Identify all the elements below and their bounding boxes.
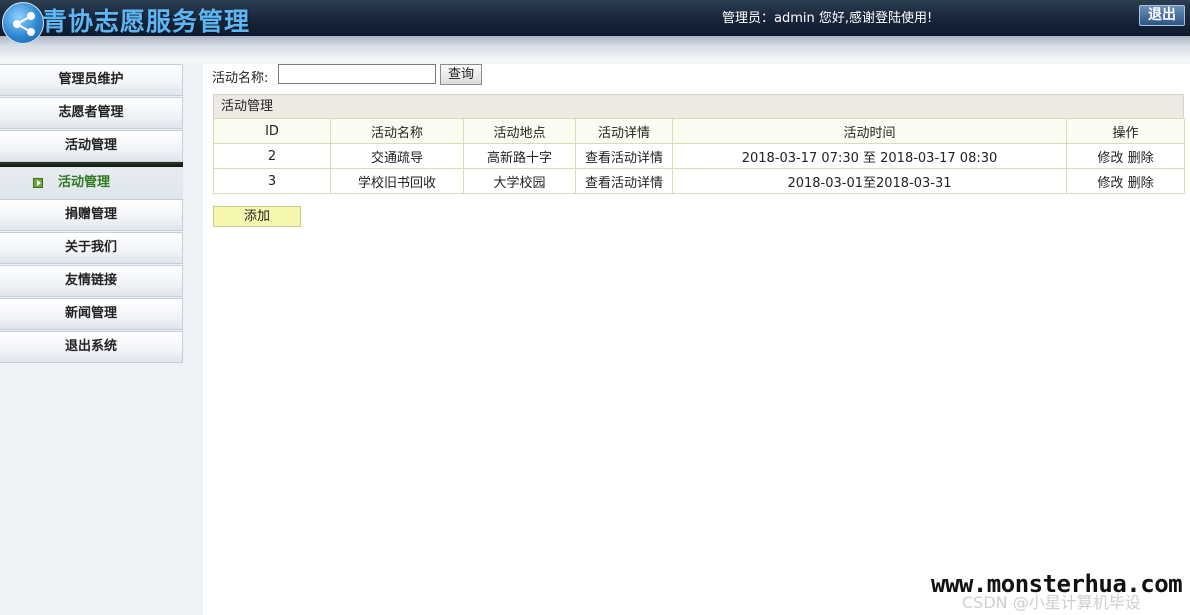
column-header-name: 活动名称 xyxy=(330,118,464,144)
search-button[interactable]: 查询 xyxy=(440,64,482,85)
sidebar-subitem-activity-management[interactable]: 活动管理 xyxy=(0,167,183,199)
sidebar-item-activity-management[interactable]: 活动管理 xyxy=(0,130,183,162)
activity-table: ID 活动名称 活动地点 活动详情 活动时间 操作 2 交通疏导 高新路十字 查… xyxy=(213,118,1185,194)
view-detail-link[interactable]: 查看活动详情 xyxy=(585,176,663,191)
cell-actions: 修改 删除 xyxy=(1066,168,1185,194)
column-header-actions: 操作 xyxy=(1066,118,1185,144)
table-caption: 活动管理 xyxy=(213,94,1184,118)
cell-location: 高新路十字 xyxy=(463,143,576,169)
view-detail-link[interactable]: 查看活动详情 xyxy=(585,151,663,166)
header-subbar xyxy=(0,36,1190,58)
edit-link[interactable]: 修改 xyxy=(1097,176,1123,191)
logout-button[interactable]: 退出 xyxy=(1139,5,1185,26)
activity-table-panel: 活动管理 ID 活动名称 活动地点 活动详情 活动时间 操作 2 交通疏导 高新… xyxy=(213,94,1185,194)
sidebar-item-news-management[interactable]: 新闻管理 xyxy=(0,298,183,330)
cell-id: 3 xyxy=(213,168,331,194)
sidebar-item-friend-links[interactable]: 友情链接 xyxy=(0,265,183,297)
cell-detail: 查看活动详情 xyxy=(575,168,673,194)
sidebar-item-volunteer-management[interactable]: 志愿者管理 xyxy=(0,97,183,129)
cell-id: 2 xyxy=(213,143,331,169)
column-header-time: 活动时间 xyxy=(672,118,1067,144)
delete-link[interactable]: 删除 xyxy=(1128,176,1154,191)
cell-name: 学校旧书回收 xyxy=(330,168,464,194)
column-header-location: 活动地点 xyxy=(463,118,576,144)
activity-name-search-input[interactable] xyxy=(278,64,436,84)
cell-location: 大学校园 xyxy=(463,168,576,194)
table-row: 3 学校旧书回收 大学校园 查看活动详情 2018-03-01至2018-03-… xyxy=(213,168,1185,194)
edit-link[interactable]: 修改 xyxy=(1097,151,1123,166)
cell-name: 交通疏导 xyxy=(330,143,464,169)
app-title: 青协志愿服务管理 xyxy=(42,7,251,36)
sidebar-item-exit-system[interactable]: 退出系统 xyxy=(0,331,183,363)
admin-greeting: 管理员：admin 您好,感谢登陆使用! xyxy=(722,11,933,26)
sidebar-item-donation-management[interactable]: 捐赠管理 xyxy=(0,199,183,231)
sidebar: 管理员维护 志愿者管理 活动管理 活动管理 捐赠管理 关于我们 友情链接 新闻管… xyxy=(0,64,203,615)
add-activity-button[interactable]: 添加 xyxy=(213,206,301,227)
sidebar-item-about-us[interactable]: 关于我们 xyxy=(0,232,183,264)
cell-time: 2018-03-01至2018-03-31 xyxy=(672,168,1067,194)
column-header-detail: 活动详情 xyxy=(575,118,673,144)
delete-link[interactable]: 删除 xyxy=(1128,151,1154,166)
app-logo-icon xyxy=(2,2,44,44)
watermark-credit: CSDN @小星计算机毕设 xyxy=(962,593,1141,612)
column-header-id: ID xyxy=(213,118,331,144)
table-header-row: ID 活动名称 活动地点 活动详情 活动时间 操作 xyxy=(213,118,1185,144)
arrow-right-icon xyxy=(33,178,43,188)
sidebar-item-admin-maintenance[interactable]: 管理员维护 xyxy=(0,64,183,96)
cell-detail: 查看活动详情 xyxy=(575,143,673,169)
table-row: 2 交通疏导 高新路十字 查看活动详情 2018-03-17 07:30 至 2… xyxy=(213,143,1185,169)
cell-actions: 修改 删除 xyxy=(1066,143,1185,169)
sidebar-subitem-label: 活动管理 xyxy=(58,175,111,190)
cell-time: 2018-03-17 07:30 至 2018-03-17 08:30 xyxy=(672,143,1067,169)
search-label: 活动名称: xyxy=(212,71,269,86)
